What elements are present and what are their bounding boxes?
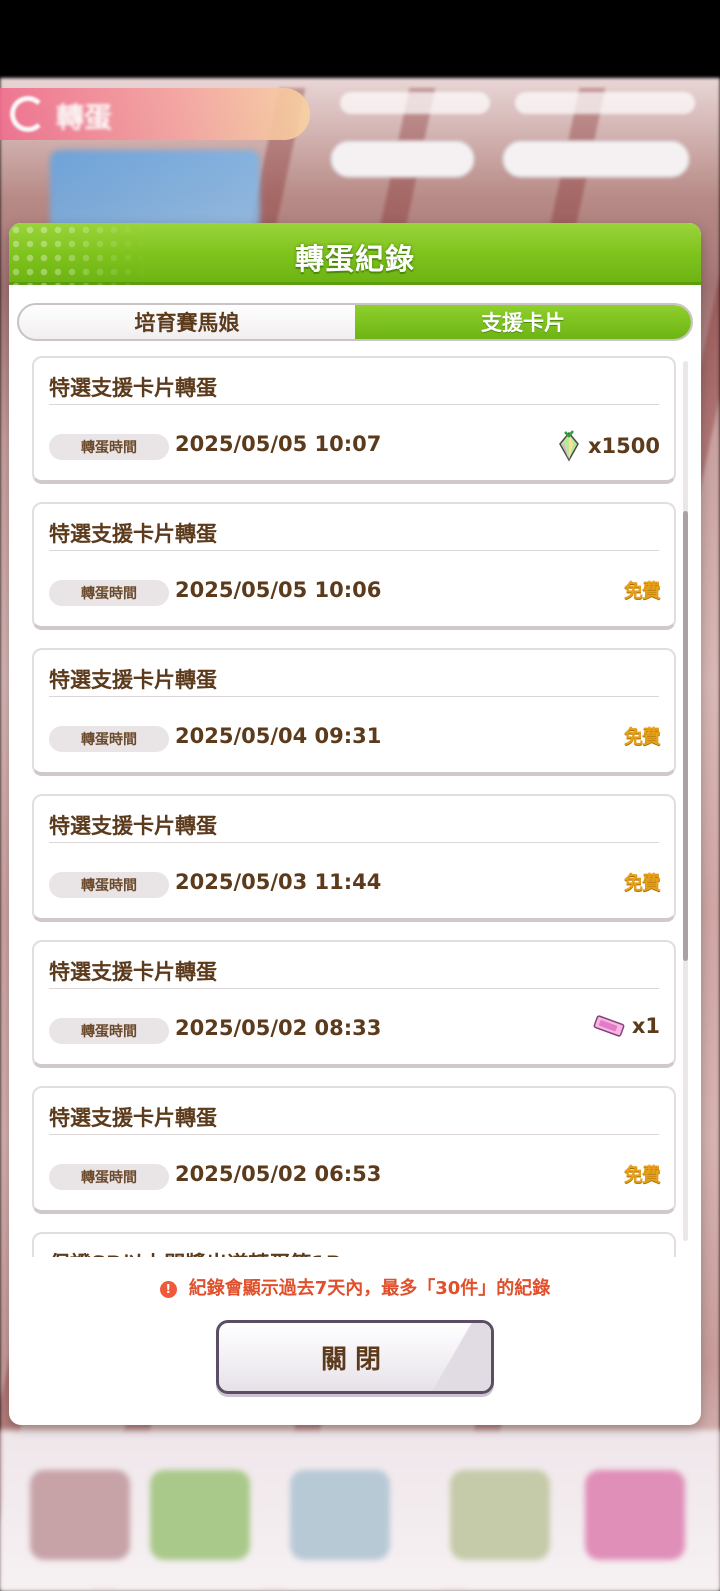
- divider: [49, 550, 659, 551]
- status-bar: [0, 0, 720, 78]
- record-title: 特選支援卡片轉蛋: [49, 668, 217, 692]
- free-badge: 免費: [623, 1164, 661, 1186]
- record-card: 保證SR以上開獎出道轉蛋第1R: [32, 1232, 676, 1257]
- record-card: 特選支援卡片轉蛋 轉蛋時間 2025/05/04 09:31 免費: [32, 648, 676, 776]
- scrollbar-thumb[interactable]: [683, 511, 688, 961]
- dialog-title: 轉蛋紀錄: [294, 242, 415, 276]
- notice-message: 紀錄會顯示過去7天內，最多「30件」的紀錄: [188, 1278, 551, 1299]
- record-cost: 免費: [623, 576, 661, 603]
- background-title: 轉蛋: [56, 101, 113, 134]
- record-title: 特選支援卡片轉蛋: [49, 522, 217, 546]
- record-cost: x1500: [556, 430, 660, 462]
- divider: [49, 1134, 659, 1135]
- gacha-history-dialog: 轉蛋紀錄 培育賽馬娘 支援卡片 特選支援卡片轉蛋 轉蛋時間 2025/05/05 1…: [9, 223, 701, 1425]
- record-cost: x1: [592, 1014, 660, 1038]
- time-label: 轉蛋時間: [49, 434, 169, 460]
- back-button-bg: 轉蛋: [0, 88, 310, 140]
- record-cost: 免費: [623, 1160, 661, 1187]
- record-time: 2025/05/03 11:44: [175, 870, 382, 894]
- background-banner: [50, 150, 260, 230]
- record-cost: 免費: [623, 722, 661, 749]
- free-badge: 免費: [623, 580, 661, 602]
- free-badge: 免費: [623, 872, 661, 894]
- notice-text: ! 紀錄會顯示過去7天內，最多「30件」的紀錄: [9, 1274, 701, 1300]
- record-time: 2025/05/05 10:06: [175, 578, 382, 602]
- cost-quantity: x1500: [588, 434, 660, 458]
- record-card: 特選支援卡片轉蛋 轉蛋時間 2025/05/02 08:33 x1: [32, 940, 676, 1068]
- record-title: 特選支援卡片轉蛋: [49, 376, 217, 400]
- bottom-nav-bg: [0, 1430, 720, 1591]
- back-icon: [10, 96, 46, 132]
- free-badge: 免費: [623, 726, 661, 748]
- close-button[interactable]: 關閉: [216, 1320, 494, 1394]
- background-button: [502, 140, 690, 178]
- record-title: 特選支援卡片轉蛋: [49, 960, 217, 984]
- record-card: 特選支援卡片轉蛋 轉蛋時間 2025/05/02 06:53 免費: [32, 1086, 676, 1214]
- cost-quantity: x1: [631, 1014, 660, 1038]
- alert-icon: !: [159, 1281, 177, 1298]
- divider: [49, 696, 659, 697]
- record-card: 特選支援卡片轉蛋 轉蛋時間 2025/05/05 10:07 x1500: [32, 356, 676, 484]
- close-button-label: 關閉: [320, 1344, 389, 1375]
- background-button: [330, 140, 475, 178]
- time-label: 轉蛋時間: [49, 580, 169, 606]
- record-time: 2025/05/02 08:33: [175, 1016, 382, 1040]
- record-cost: 免費: [623, 868, 661, 895]
- record-card: 特選支援卡片轉蛋 轉蛋時間 2025/05/03 11:44 免費: [32, 794, 676, 922]
- dialog-header: 轉蛋紀錄: [9, 223, 701, 285]
- record-time: 2025/05/05 10:07: [175, 432, 382, 456]
- record-title: 特選支援卡片轉蛋: [49, 1106, 217, 1130]
- time-label: 轉蛋時間: [49, 726, 169, 752]
- resource-bar-bg: [340, 92, 490, 114]
- record-list[interactable]: 特選支援卡片轉蛋 轉蛋時間 2025/05/05 10:07 x1500 特選支援卡片轉…: [9, 351, 701, 1257]
- record-time: 2025/05/02 06:53: [175, 1162, 382, 1186]
- scrollbar[interactable]: [683, 361, 688, 1241]
- divider: [49, 842, 659, 843]
- record-time: 2025/05/04 09:31: [175, 724, 382, 748]
- time-label: 轉蛋時間: [49, 1164, 169, 1190]
- divider: [49, 988, 659, 989]
- record-card: 特選支援卡片轉蛋 轉蛋時間 2025/05/05 10:06 免費: [32, 502, 676, 630]
- tab-trainee-umamusume[interactable]: 培育賽馬娘: [19, 305, 355, 339]
- tab-support-card[interactable]: 支援卡片: [355, 305, 691, 339]
- time-label: 轉蛋時間: [49, 1018, 169, 1044]
- record-title: 特選支援卡片轉蛋: [49, 814, 217, 838]
- divider: [49, 404, 659, 405]
- time-label: 轉蛋時間: [49, 872, 169, 898]
- carat-icon: [559, 430, 579, 462]
- record-title: 保證SR以上開獎出道轉蛋第1R: [49, 1248, 342, 1257]
- ticket-icon: [593, 1015, 625, 1037]
- resource-bar-bg: [515, 92, 695, 114]
- tab-bar: 培育賽馬娘 支援卡片: [17, 303, 693, 341]
